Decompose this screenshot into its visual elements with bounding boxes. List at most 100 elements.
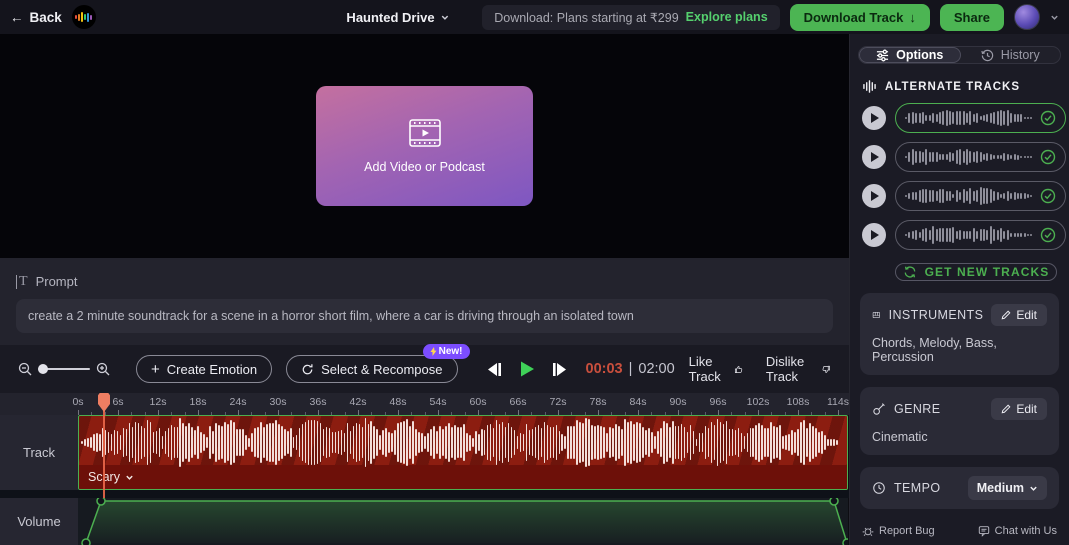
plans-banner: Download: Plans starting at ₹299 Explore… [482, 5, 779, 30]
instruments-card: INSTRUMENTS Edit Chords, Melody, Bass, P… [860, 293, 1059, 375]
download-track-button[interactable]: Download Track ↓ [790, 4, 930, 31]
guitar-icon [872, 402, 886, 416]
timeline: 0s6s12s18s24s30s36s42s48s54s60s66s72s78s… [0, 393, 849, 545]
prompt-label: Prompt [36, 274, 78, 289]
skip-back-icon[interactable] [486, 362, 503, 377]
chevron-down-icon [125, 473, 134, 482]
plus-icon: + [151, 362, 160, 377]
thumb-down-icon [821, 362, 831, 377]
app-window: ← Back Haunted Drive Download: Plans sta… [0, 0, 1069, 545]
track-pill[interactable] [895, 103, 1066, 133]
play-track-button[interactable] [862, 145, 886, 169]
project-title-menu[interactable]: Haunted Drive [346, 10, 449, 25]
track-feedback: Like Track Dislike Track [689, 354, 831, 384]
zoom-out-icon[interactable] [18, 362, 32, 376]
track-mini-waveform [905, 148, 1034, 166]
prompt-header: T Prompt [16, 274, 833, 289]
film-icon [408, 118, 442, 148]
zoom-slider[interactable] [38, 368, 90, 370]
alternate-track-item [862, 220, 1057, 250]
genre-card: GENRE Edit Cinematic [860, 387, 1059, 455]
recompose-icon [301, 363, 314, 376]
create-emotion-button[interactable]: + Create Emotion [136, 355, 272, 383]
genre-value: Cinematic [872, 430, 1047, 444]
tab-options-label: Options [896, 48, 943, 62]
check-circle-icon [1040, 149, 1056, 165]
genre-label: GENRE [894, 402, 940, 416]
like-track-label: Like Track [689, 354, 728, 384]
alternate-track-item [862, 142, 1057, 172]
refresh-icon [903, 266, 917, 278]
track-pill[interactable] [895, 181, 1066, 211]
play-track-button[interactable] [862, 184, 886, 208]
edit-genre-button[interactable]: Edit [991, 398, 1047, 420]
track-pill[interactable] [895, 220, 1066, 250]
video-canvas: Add Video or Podcast [0, 34, 849, 258]
row-divider [0, 490, 849, 498]
chevron-down-icon [1029, 484, 1038, 493]
user-avatar[interactable] [1014, 4, 1040, 30]
emotion-label: Scary [88, 470, 120, 484]
tempo-value: Medium [977, 481, 1024, 495]
report-bug-button[interactable]: Report Bug [862, 525, 935, 537]
zoom-slider-handle[interactable] [38, 364, 48, 374]
select-recompose-button[interactable]: Select & Recompose [286, 355, 457, 383]
skip-forward-icon[interactable] [551, 362, 568, 377]
piano-icon [872, 308, 881, 322]
total-time: 02:00 [638, 361, 674, 377]
get-new-tracks-button[interactable]: GET NEW TRACKS [895, 263, 1057, 281]
alternate-tracks-header: ALTERNATE TRACKS [862, 80, 1057, 93]
explore-plans-link[interactable]: Explore plans [686, 10, 768, 24]
play-icon[interactable] [518, 360, 536, 378]
pencil-icon [1001, 310, 1011, 320]
like-track-button[interactable]: Like Track [689, 354, 744, 384]
chevron-down-icon [441, 13, 450, 22]
chat-icon [978, 525, 990, 537]
brand-logo-icon[interactable] [72, 5, 96, 29]
create-emotion-label: Create Emotion [167, 362, 257, 377]
edit-instruments-button[interactable]: Edit [991, 304, 1047, 326]
time-ruler[interactable]: 0s6s12s18s24s30s36s42s48s54s60s66s72s78s… [0, 393, 849, 415]
instruments-label: INSTRUMENTS [889, 308, 984, 322]
prompt-input[interactable]: create a 2 minute soundtrack for a scene… [16, 299, 833, 333]
track-mini-waveform [905, 226, 1034, 244]
play-track-button[interactable] [862, 106, 886, 130]
chat-with-us-button[interactable]: Chat with Us [978, 525, 1057, 537]
topbar-actions: Download: Plans starting at ₹299 Explore… [482, 4, 1059, 31]
current-time: 00:03 [586, 361, 623, 377]
editor-main: Add Video or Podcast T Prompt create a 2… [0, 34, 849, 545]
sliders-icon [876, 49, 889, 62]
track-pill[interactable] [895, 142, 1066, 172]
back-button[interactable]: ← Back [10, 10, 62, 25]
clip-waveform [81, 418, 845, 467]
share-button[interactable]: Share [940, 4, 1004, 31]
lightning-icon [430, 347, 437, 356]
download-track-label: Download Track [804, 10, 904, 25]
track-mini-waveform [905, 109, 1034, 127]
audio-clip[interactable]: Scary [78, 415, 848, 490]
alternate-tracks-list [858, 103, 1061, 259]
alternate-track-item [862, 103, 1057, 133]
dislike-track-button[interactable]: Dislike Track [766, 354, 831, 384]
time-display: 00:03 | 02:00 [586, 361, 675, 377]
add-video-podcast-label: Add Video or Podcast [364, 160, 485, 174]
download-arrow-icon: ↓ [909, 10, 916, 25]
sidebar-tabs: Options History [858, 46, 1061, 64]
volume-envelope[interactable] [78, 498, 848, 545]
tab-history[interactable]: History [961, 47, 1061, 63]
add-video-podcast-card[interactable]: Add Video or Podcast [316, 86, 533, 206]
check-circle-icon [1040, 110, 1056, 126]
text-prompt-icon: T [16, 275, 28, 289]
check-circle-icon [1040, 227, 1056, 243]
tempo-dropdown[interactable]: Medium [968, 476, 1047, 500]
tab-options[interactable]: Options [859, 47, 961, 63]
volume-row: Volume [0, 498, 849, 545]
track-row-label: Track [0, 415, 78, 490]
play-track-button[interactable] [862, 223, 886, 247]
account-chevron-down-icon[interactable] [1050, 13, 1059, 22]
emotion-selector[interactable]: Scary [88, 470, 134, 484]
waveform-icon [862, 80, 877, 93]
pencil-icon [1001, 404, 1011, 414]
zoom-control [18, 362, 110, 376]
zoom-in-icon[interactable] [96, 362, 110, 376]
